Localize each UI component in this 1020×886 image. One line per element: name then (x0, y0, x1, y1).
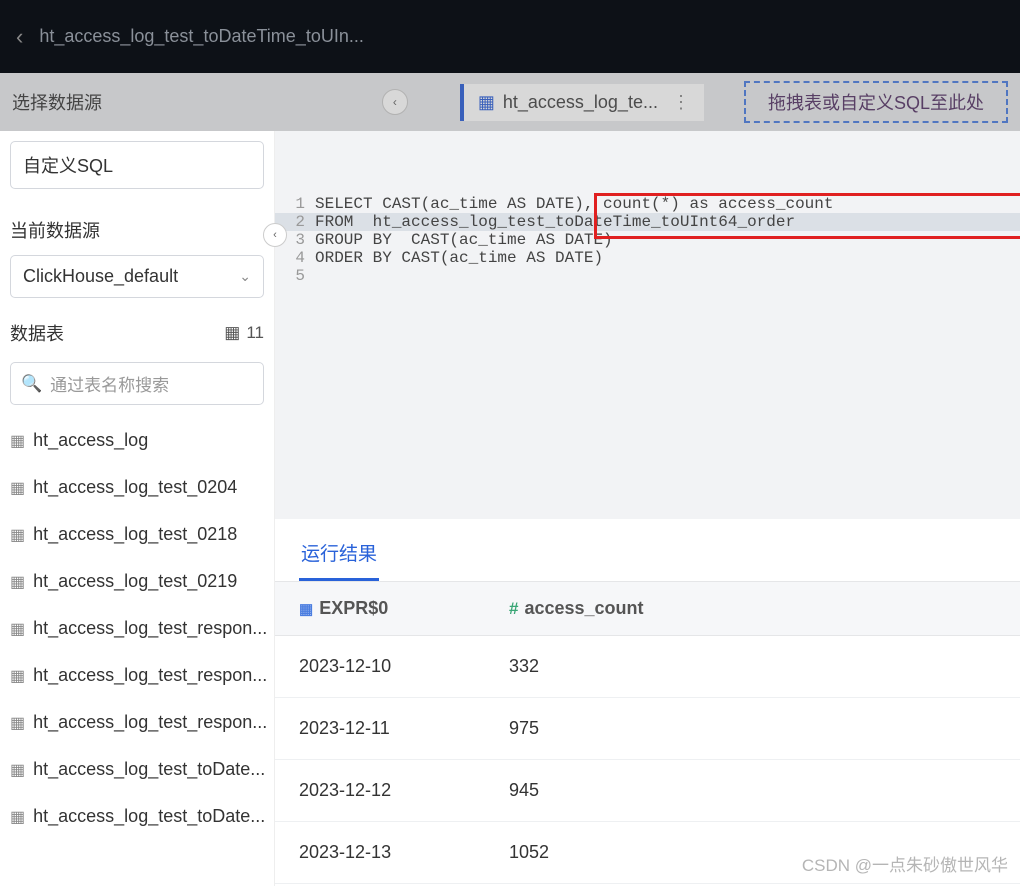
table-name: ht_access_log_test_toDate... (33, 759, 265, 780)
sql-editor[interactable]: 1SELECT CAST(ac_time AS DATE), count(*) … (275, 131, 1020, 519)
results-panel: 运行结果 ▦ EXPR$0 # access_count 2023-12-10332… (275, 519, 1020, 886)
custom-sql-input[interactable]: 自定义SQL (10, 141, 264, 189)
page-title: ht_access_log_test_toDateTime_toUIn... (39, 26, 364, 47)
table-item[interactable]: ▦ ht_access_log (6, 417, 268, 464)
top-bar: ‹ ht_access_log_test_toDateTime_toUIn... (0, 0, 1020, 73)
search-icon: 🔍 (21, 374, 42, 394)
tables-count: ▦ 11 (224, 323, 264, 343)
table-item[interactable]: ▦ ht_access_log_test_0219 (6, 558, 268, 605)
table-header-row: ▦ EXPR$0 # access_count (275, 582, 1020, 636)
table-search-input[interactable]: 🔍 通过表名称搜索 (10, 362, 264, 405)
current-datasource-label: 当前数据源 (6, 209, 268, 251)
table-name: ht_access_log_test_0218 (33, 524, 237, 545)
collapse-editor-button[interactable]: ‹ (263, 223, 287, 247)
table-row: 2023-12-12945 (275, 760, 1020, 822)
date-column-icon: ▦ (299, 600, 313, 618)
table-name: ht_access_log_test_respon... (33, 618, 267, 639)
table-item[interactable]: ▦ ht_access_log_test_0204 (6, 464, 268, 511)
tables-label: 数据表 (10, 320, 64, 346)
code-line: GROUP BY CAST(ac_time AS DATE) (315, 231, 613, 249)
sidebar: 自定义SQL 当前数据源 ClickHouse_default ⌄ 数据表 ▦ … (0, 131, 275, 886)
table-icon: ▦ (10, 760, 25, 780)
table-item[interactable]: ▦ ht_access_log_test_0218 (6, 511, 268, 558)
table-item[interactable]: ▦ ht_access_log_test_toDate... (6, 793, 268, 840)
results-tab[interactable]: 运行结果 (299, 533, 379, 581)
table-item[interactable]: ▦ ht_access_log_test_respon... (6, 605, 268, 652)
table-icon: ▦ (10, 478, 25, 498)
datasource-selected-value: ClickHouse_default (23, 266, 178, 287)
table-icon: ▦ (10, 619, 25, 639)
table-list: ▦ht_access_log ▦ht_access_log_test_0204 … (6, 417, 268, 876)
table-name: ht_access_log_test_respon... (33, 712, 267, 733)
results-tabs: 运行结果 (275, 519, 1020, 582)
table-name: ht_access_log_test_toDate... (33, 806, 265, 827)
cell: 975 (509, 718, 539, 739)
content-area: ‹ 1SELECT CAST(ac_time AS DATE), count(*… (275, 131, 1020, 886)
datasource-select[interactable]: ClickHouse_default ⌄ (10, 255, 264, 298)
tables-count-value: 11 (246, 323, 264, 343)
table-icon: ▦ (10, 525, 25, 545)
dim-overlay (0, 73, 1020, 131)
table-row: 2023-12-131052 (275, 822, 1020, 884)
number-column-icon: # (509, 599, 518, 619)
cell: 2023-12-10 (299, 656, 509, 677)
table-icon: ▦ (10, 713, 25, 733)
cell: 2023-12-11 (299, 718, 509, 739)
search-placeholder: 通过表名称搜索 (50, 371, 169, 396)
custom-sql-label: 自定义SQL (23, 156, 113, 176)
table-row: 2023-12-11975 (275, 698, 1020, 760)
table-item[interactable]: ▦ ht_access_log_test_toDate... (6, 746, 268, 793)
table-icon: ▦ (10, 666, 25, 686)
table-row: 2023-12-10332 (275, 636, 1020, 698)
cell: 2023-12-12 (299, 780, 509, 801)
table-item[interactable]: ▦ ht_access_log_test_respon... (6, 652, 268, 699)
results-table: ▦ EXPR$0 # access_count 2023-12-10332 2023… (275, 582, 1020, 886)
cell: 945 (509, 780, 539, 801)
cell: 332 (509, 656, 539, 677)
table-icon: ▦ (10, 572, 25, 592)
table-icon: ▦ (10, 431, 25, 451)
chevron-down-icon: ⌄ (239, 268, 251, 285)
table-name: ht_access_log_test_0204 (33, 477, 237, 498)
main-area: 自定义SQL 当前数据源 ClickHouse_default ⌄ 数据表 ▦ … (0, 131, 1020, 886)
cell: 2023-12-13 (299, 842, 509, 863)
column-header: access_count (524, 598, 643, 619)
table-name: ht_access_log_test_respon... (33, 665, 267, 686)
table-icon: ▦ (10, 807, 25, 827)
table-name: ht_access_log_test_0219 (33, 571, 237, 592)
tables-header: 数据表 ▦ 11 (6, 316, 268, 354)
code-line: FROM ht_access_log_test_toDateTime_toUIn… (315, 213, 795, 231)
code-line: SELECT CAST(ac_time AS DATE), count(*) a… (315, 195, 833, 213)
back-icon[interactable]: ‹ (16, 24, 23, 50)
table-name: ht_access_log (33, 430, 148, 451)
cell: 1052 (509, 842, 549, 863)
table-icon: ▦ (224, 323, 240, 343)
code-line: ORDER BY CAST(ac_time AS DATE) (315, 249, 603, 267)
column-header: EXPR$0 (319, 598, 388, 619)
table-item[interactable]: ▦ ht_access_log_test_respon... (6, 699, 268, 746)
